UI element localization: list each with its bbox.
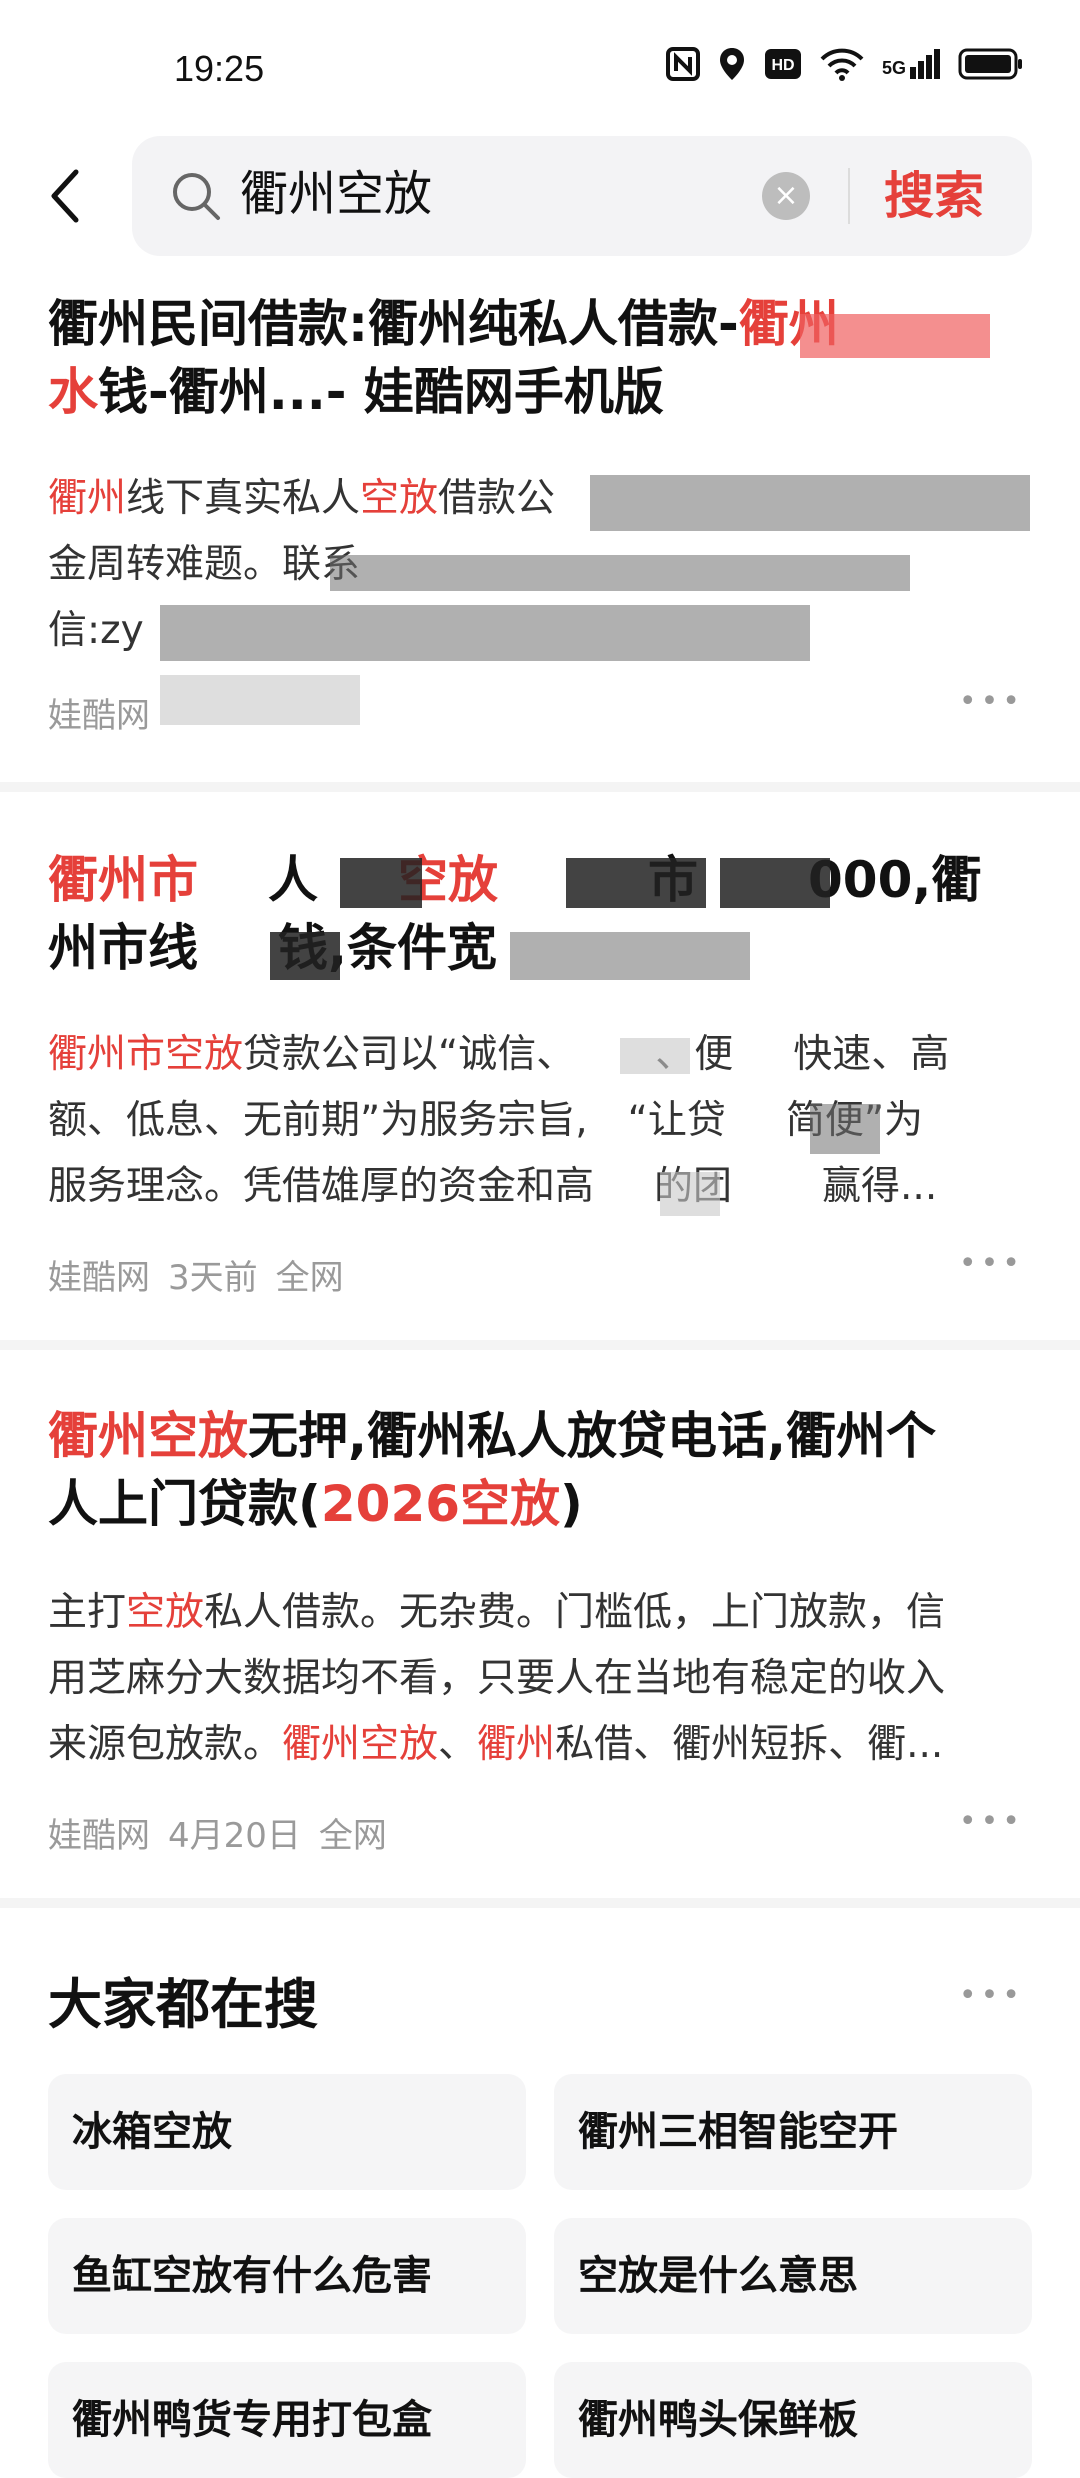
status-time: 19:25 <box>174 48 265 89</box>
result-meta: 娃酷网 <box>48 688 168 737</box>
redaction <box>810 1104 880 1154</box>
result-snippet: 主打空放私人借款。无杂费。门槛低，上门放款，信 用芝麻分大数据均不看，只要人在当… <box>48 1590 946 1767</box>
more-options-button[interactable]: ••• <box>959 1246 1024 1281</box>
hot-search-chip[interactable]: 衢州鸭货专用打包盒 <box>48 2362 526 2478</box>
status-bar: 19:25 HD 5G <box>0 0 1080 140</box>
result-scope: 全网 <box>318 1816 387 1856</box>
status-icons: HD 5G <box>665 46 1024 82</box>
result-meta: 娃酷网 3天前 全网 <box>48 1250 362 1299</box>
hot-searches-title: 大家都在搜 <box>48 1973 318 2036</box>
clear-search-button[interactable]: × <box>762 172 810 220</box>
result-time: 4月20日 <box>168 1816 301 1856</box>
redaction <box>160 605 810 661</box>
redaction <box>566 858 706 908</box>
search-result-2[interactable]: 衢州市人空放市000,衢 州市线钱,条件宽 衢州市空放贷款公司以“诚信、、便快速… <box>0 792 1080 1342</box>
hd-icon: HD <box>764 49 801 79</box>
hot-search-chip[interactable]: 衢州三相智能空开 <box>554 2074 1032 2190</box>
redaction <box>330 555 910 591</box>
search-result-3[interactable]: 衢州空放无押,衢州私人放贷电话,衢州个 人上门贷款(2026空放) 主打空放私人… <box>0 1350 1080 1900</box>
search-input[interactable]: 衢州空放 <box>240 162 432 226</box>
result-snippet: 衢州市空放贷款公司以“诚信、、便快速、高 额、低息、无前期”为服务宗旨,“让贷简… <box>48 1032 950 1209</box>
redaction <box>510 932 750 980</box>
result-meta: 娃酷网 4月20日 全网 <box>48 1808 405 1857</box>
search-button[interactable]: 搜索 <box>884 158 984 234</box>
redaction <box>340 858 422 908</box>
redaction <box>270 932 340 980</box>
nfc-icon <box>665 47 700 81</box>
battery-icon <box>958 48 1022 80</box>
search-header: 衢州空放 × 搜索 <box>0 136 1080 256</box>
redaction <box>660 1172 720 1216</box>
redaction <box>160 675 360 725</box>
close-icon: × <box>773 178 799 213</box>
redaction <box>800 314 990 358</box>
hot-search-chip[interactable]: 冰箱空放 <box>48 2074 526 2190</box>
search-icon <box>173 173 220 220</box>
result-separator <box>0 1340 1080 1350</box>
search-result-1[interactable]: 衢州民间借款:衢州纯私人借款-衢州 水钱-衢州...- 娃酷网手机版 衢州线下真… <box>0 270 1080 790</box>
more-options-button[interactable]: ••• <box>959 684 1024 719</box>
result-source: 娃酷网 <box>48 1258 150 1298</box>
search-divider <box>848 168 850 224</box>
back-arrow-icon <box>51 169 79 223</box>
result-title[interactable]: 衢州民间借款:衢州纯私人借款-衢州 水钱-衢州...- 娃酷网手机版 <box>48 290 1038 426</box>
redaction <box>720 858 830 908</box>
result-source: 娃酷网 <box>48 696 150 736</box>
redaction <box>590 475 1030 531</box>
result-time: 3天前 <box>168 1258 258 1298</box>
wifi-icon <box>820 48 864 81</box>
hot-search-chip[interactable]: 衢州鸭头保鲜板 <box>554 2362 1032 2478</box>
search-box[interactable]: 衢州空放 × 搜索 <box>132 136 1032 256</box>
hot-searches-more-button[interactable]: ••• <box>959 1978 1024 2013</box>
more-options-button[interactable]: ••• <box>959 1804 1024 1839</box>
result-title[interactable]: 衢州空放无押,衢州私人放贷电话,衢州个 人上门贷款(2026空放) <box>48 1402 1038 1538</box>
cellular-signal-icon: 5G <box>882 49 940 79</box>
svg-text:HD: HD <box>771 57 794 74</box>
back-button[interactable] <box>44 166 88 226</box>
result-source: 娃酷网 <box>48 1816 150 1856</box>
hot-search-chip[interactable]: 鱼缸空放有什么危害 <box>48 2218 526 2334</box>
hot-search-chip[interactable]: 空放是什么意思 <box>554 2218 1032 2334</box>
result-separator <box>0 1898 1080 1908</box>
location-icon <box>719 48 744 80</box>
result-separator <box>0 782 1080 792</box>
redaction <box>620 1038 690 1074</box>
result-scope: 全网 <box>275 1258 344 1298</box>
